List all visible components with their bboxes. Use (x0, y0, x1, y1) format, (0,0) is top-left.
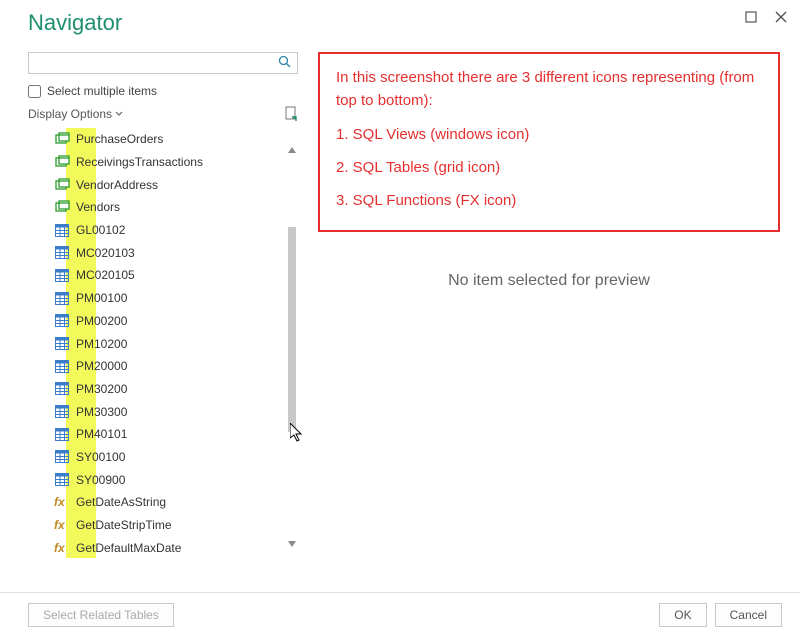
display-options-dropdown[interactable]: Display Options (28, 107, 123, 121)
tree-item[interactable]: PM30200 (48, 378, 298, 401)
tree-item-label: PurchaseOrders (76, 132, 163, 146)
scroll-up-arrow[interactable] (286, 144, 298, 156)
preview-placeholder: No item selected for preview (318, 272, 780, 290)
tree-item-label: GetDefaultMaxDate (76, 541, 181, 555)
sql-table-icon (54, 245, 70, 261)
sql-table-icon (54, 426, 70, 442)
tree-item[interactable]: PM00100 (48, 287, 298, 310)
sql-table-icon (54, 290, 70, 306)
scroll-thumb[interactable] (288, 227, 296, 432)
sql-view-icon (54, 131, 70, 147)
svg-text:fx: fx (54, 541, 66, 555)
dialog-footer: Select Related Tables OK Cancel (0, 592, 800, 636)
sql-function-icon: fx (54, 517, 70, 533)
tree-item[interactable]: SY00100 (48, 446, 298, 469)
sql-table-icon (54, 222, 70, 238)
tree-item[interactable]: ReceivingsTransactions (48, 151, 298, 174)
sql-view-icon (54, 154, 70, 170)
refresh-icon[interactable] (284, 106, 298, 122)
tree-item[interactable]: PM00200 (48, 310, 298, 333)
sql-table-icon (54, 358, 70, 374)
sql-table-icon (54, 336, 70, 352)
scroll-down-arrow[interactable] (286, 538, 298, 550)
sql-function-icon: fx (54, 494, 70, 510)
svg-text:fx: fx (54, 495, 66, 509)
tree-item[interactable]: PM30300 (48, 400, 298, 423)
tree-item-label: GetDateStripTime (76, 518, 172, 532)
tree-item-label: ReceivingsTransactions (76, 155, 203, 169)
tree-item[interactable]: MC020105 (48, 264, 298, 287)
navigator-panel: Select multiple items Display Options Pu… (28, 52, 304, 558)
tree-item[interactable]: PM20000 (48, 355, 298, 378)
cancel-button[interactable]: Cancel (715, 603, 782, 627)
svg-text:fx: fx (54, 518, 66, 532)
tree-item[interactable]: SY00900 (48, 468, 298, 491)
tree-item-label: MC020103 (76, 246, 135, 260)
tree-item-label: PM00200 (76, 314, 127, 328)
tree-item[interactable]: VendorAddress (48, 173, 298, 196)
select-multiple-checkbox[interactable] (28, 85, 41, 98)
tree-item-label: PM40101 (76, 427, 127, 441)
tree-item-label: VendorAddress (76, 178, 158, 192)
sql-table-icon (54, 472, 70, 488)
annotation-callout: In this screenshot there are 3 different… (318, 52, 780, 232)
tree-item-label: MC020105 (76, 268, 135, 282)
tree-item-label: GetDateAsString (76, 495, 166, 509)
tree-item-label: PM10200 (76, 337, 127, 351)
tree-item-label: SY00100 (76, 450, 125, 464)
tree-item[interactable]: Vendors (48, 196, 298, 219)
object-tree: PurchaseOrders ReceivingsTransactions Vend… (28, 128, 298, 558)
tree-item[interactable]: fx GetDateAsString (48, 491, 298, 514)
tree-item[interactable]: PurchaseOrders (48, 128, 298, 151)
tree-item[interactable]: PM10200 (48, 332, 298, 355)
sql-table-icon (54, 381, 70, 397)
tree-item-label: PM30300 (76, 405, 127, 419)
page-title: Navigator (0, 0, 800, 36)
tree-item-label: Vendors (76, 200, 120, 214)
tree-item[interactable]: fx GetDefaultMaxDate (48, 536, 298, 558)
chevron-down-icon (115, 110, 123, 118)
sql-view-icon (54, 199, 70, 215)
sql-table-icon (54, 313, 70, 329)
ok-button[interactable]: OK (659, 603, 706, 627)
sql-table-icon (54, 404, 70, 420)
sql-table-icon (54, 267, 70, 283)
tree-item-label: PM00100 (76, 291, 127, 305)
sql-view-icon (54, 177, 70, 193)
scrollbar[interactable] (286, 132, 298, 554)
search-input[interactable] (28, 52, 298, 74)
sql-function-icon: fx (54, 540, 70, 556)
tree-item[interactable]: fx GetDateStripTime (48, 514, 298, 537)
tree-item-label: PM30200 (76, 382, 127, 396)
tree-item-label: GL00102 (76, 223, 125, 237)
tree-item-label: SY00900 (76, 473, 125, 487)
tree-item[interactable]: MC020103 (48, 241, 298, 264)
select-multiple-label: Select multiple items (47, 84, 157, 98)
select-related-tables-button[interactable]: Select Related Tables (28, 603, 174, 627)
close-button[interactable] (770, 6, 792, 28)
tree-item[interactable]: PM40101 (48, 423, 298, 446)
tree-item[interactable]: GL00102 (48, 219, 298, 242)
sql-table-icon (54, 449, 70, 465)
tree-item-label: PM20000 (76, 359, 127, 373)
maximize-button[interactable] (740, 6, 762, 28)
